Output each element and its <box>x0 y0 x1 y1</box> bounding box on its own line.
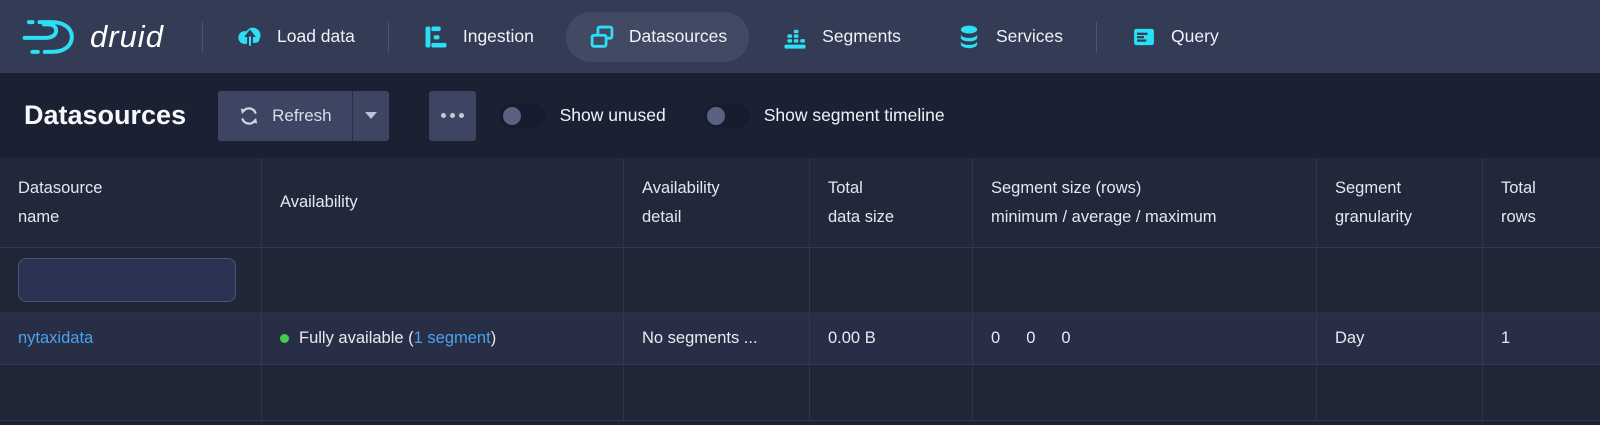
nav-item-datasources[interactable]: Datasources <box>566 12 749 62</box>
cell-total-rows: 1 <box>1483 313 1600 364</box>
segment-size-avg: 0 <box>1026 329 1035 348</box>
more-options-button[interactable] <box>429 91 476 141</box>
chevron-down-icon <box>365 112 377 119</box>
cell-segment-sizes: 0 0 0 <box>973 313 1317 364</box>
column-header-availability[interactable]: Availability <box>262 158 624 247</box>
nav-item-ingestion[interactable]: Ingestion <box>400 12 556 62</box>
segment-count-link[interactable]: 1 segment <box>414 329 491 348</box>
nav-item-label: Datasources <box>629 26 727 47</box>
console-icon <box>1130 23 1158 51</box>
availability-text: Fully available ( <box>299 329 414 348</box>
more-icon <box>441 113 464 118</box>
nav-item-query[interactable]: Query <box>1108 12 1241 62</box>
filter-cell-datasource-name <box>0 248 262 312</box>
segment-size-min: 0 <box>991 329 1000 348</box>
cell-datasource-name: nytaxidata <box>0 313 262 364</box>
cell-availability: Fully available (1 segment) <box>262 313 624 364</box>
column-header-total-rows[interactable]: Total rows <box>1483 158 1600 247</box>
toggle-knob <box>503 107 521 125</box>
nav-divider <box>202 22 203 52</box>
show-segment-timeline-label: Show segment timeline <box>764 105 945 126</box>
table-filter-row <box>0 248 1600 313</box>
status-dot-icon <box>280 334 289 343</box>
druid-wordmark: druid <box>90 19 164 55</box>
druid-logo-icon <box>22 15 78 59</box>
refresh-icon <box>238 105 260 127</box>
toggle-knob <box>707 107 725 125</box>
datasource-link[interactable]: nytaxidata <box>18 329 93 348</box>
refresh-button-label: Refresh <box>272 106 332 126</box>
column-header-datasource-name[interactable]: Datasource name <box>0 158 262 247</box>
gantt-chart-icon <box>422 23 450 51</box>
refresh-split-button: Refresh <box>218 91 389 141</box>
page-title: Datasources <box>24 100 186 131</box>
top-navbar: druid Load data <box>0 0 1600 73</box>
nav-item-segments[interactable]: Segments <box>759 12 923 62</box>
nav-divider <box>1096 22 1097 52</box>
cell-total-data-size: 0.00 B <box>810 313 973 364</box>
datasource-name-filter-input[interactable] <box>18 258 236 302</box>
show-segment-timeline-toggle[interactable] <box>704 104 750 128</box>
refresh-button[interactable]: Refresh <box>218 91 352 141</box>
segment-size-max: 0 <box>1061 329 1070 348</box>
nav-item-services[interactable]: Services <box>933 12 1085 62</box>
layers-icon <box>588 23 616 51</box>
cloud-upload-icon <box>236 23 264 51</box>
nav-item-label: Load data <box>277 26 355 47</box>
nav-item-label: Segments <box>822 26 901 47</box>
table-header-row: Datasource name Availability Availabilit… <box>0 158 1600 248</box>
column-header-segment-granularity[interactable]: Segment granularity <box>1317 158 1483 247</box>
column-header-availability-detail[interactable]: Availability detail <box>624 158 810 247</box>
druid-console: druid Load data <box>0 0 1600 425</box>
nav-item-label: Query <box>1171 26 1219 47</box>
datasources-table: Datasource name Availability Availabilit… <box>0 158 1600 421</box>
availability-text-suffix: ) <box>491 329 497 348</box>
show-unused-label: Show unused <box>560 105 666 126</box>
nav-divider <box>388 22 389 52</box>
table-empty-row <box>0 365 1600 421</box>
druid-logo[interactable]: druid <box>22 15 196 59</box>
nav-item-label: Ingestion <box>463 26 534 47</box>
table-row-nytaxidata: nytaxidata Fully available (1 segment) N… <box>0 313 1600 365</box>
refresh-dropdown-button[interactable] <box>352 91 389 141</box>
cell-availability-detail: No segments ... <box>624 313 810 364</box>
show-unused-toggle[interactable] <box>500 104 546 128</box>
nav-item-load-data[interactable]: Load data <box>214 12 377 62</box>
column-header-total-data-size[interactable]: Total data size <box>810 158 973 247</box>
database-icon <box>955 23 983 51</box>
datasources-toolbar: Datasources Refresh <box>0 73 1600 158</box>
bar-chart-icon <box>781 23 809 51</box>
column-header-segment-size[interactable]: Segment size (rows) minimum / average / … <box>973 158 1317 247</box>
nav-item-label: Services <box>996 26 1063 47</box>
cell-segment-granularity: Day <box>1317 313 1483 364</box>
